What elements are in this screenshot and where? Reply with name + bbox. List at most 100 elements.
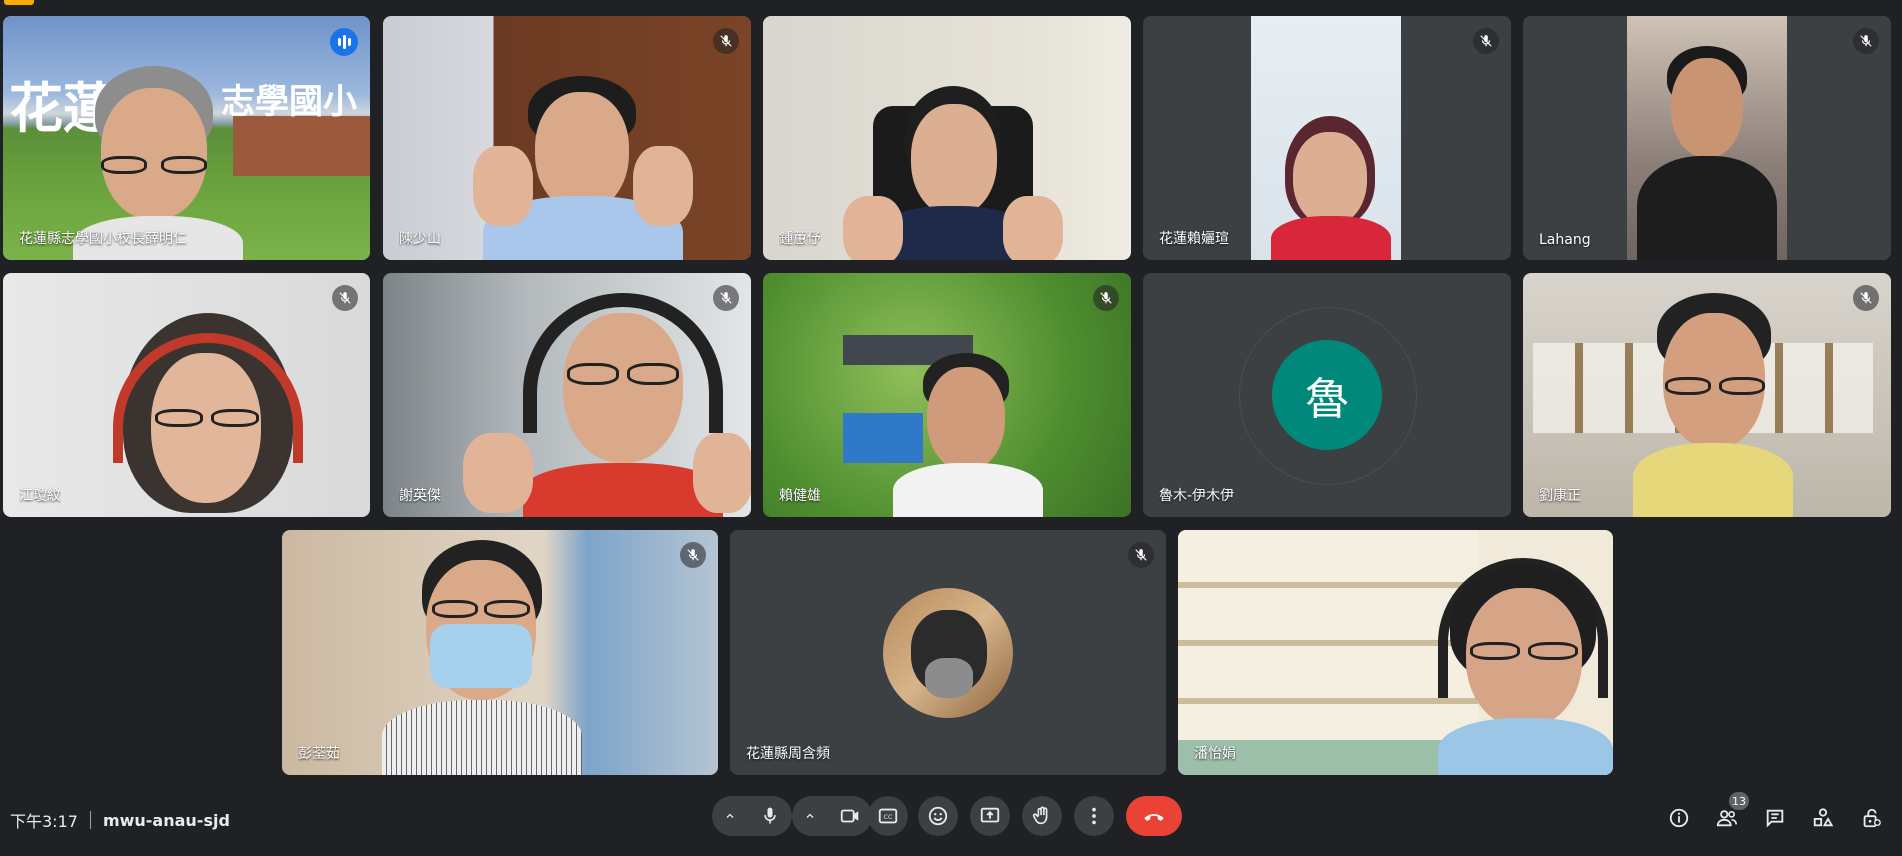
participant-tile[interactable]: 彭荃茹	[282, 530, 718, 775]
activities-icon	[1813, 808, 1834, 827]
speaking-indicator-icon	[330, 28, 358, 56]
participant-tile[interactable]: 陳少山	[383, 16, 751, 260]
participant-name: 潘怡娟	[1194, 746, 1236, 762]
recording-indicator	[4, 0, 34, 5]
participant-name: 賴健雄	[779, 488, 821, 504]
participant-name: 陳少山	[399, 231, 441, 247]
avatar: 魯	[1272, 340, 1382, 450]
mic-off-icon	[1128, 542, 1154, 568]
video-feed	[383, 16, 751, 260]
participant-tile[interactable]: 江瓊紋	[3, 273, 370, 517]
participant-tile[interactable]: 賴健雄	[763, 273, 1131, 517]
participant-tile[interactable]: 劉康正	[1523, 273, 1891, 517]
mic-off-icon	[713, 285, 739, 311]
mic-options-chevron-icon[interactable]	[712, 796, 748, 836]
info-icon	[1669, 808, 1689, 828]
chat-button[interactable]	[1759, 802, 1791, 834]
video-feed	[282, 530, 718, 775]
mic-off-icon	[1853, 28, 1879, 54]
emoji-button[interactable]	[918, 796, 958, 836]
mic-icon[interactable]	[748, 796, 792, 836]
video-feed	[383, 273, 751, 517]
raise-hand-icon	[1032, 806, 1048, 825]
participant-tile[interactable]: 花蓮 志學國小 花蓮縣志學國小校長薛明仁	[3, 16, 370, 260]
present-screen-icon	[980, 807, 1000, 823]
present-screen-button[interactable]	[970, 796, 1010, 836]
participant-name: Lahang	[1539, 232, 1591, 248]
participant-tile[interactable]: 潘怡娟	[1178, 530, 1613, 775]
participant-tile[interactable]: 謝英傑	[383, 273, 751, 517]
participant-tile[interactable]: 花蓮賴孋瑄	[1143, 16, 1511, 260]
video-feed	[763, 273, 1131, 517]
video-feed	[1178, 530, 1613, 775]
participant-figure	[843, 86, 1063, 260]
divider	[89, 811, 91, 829]
camera-control-group	[792, 796, 872, 836]
meeting-code[interactable]: mwu-anau-sjd	[103, 811, 230, 830]
participant-name: 花蓮縣周含頻	[746, 746, 830, 762]
video-feed	[1143, 16, 1511, 260]
mic-off-icon	[332, 285, 358, 311]
camera-frame	[1627, 16, 1787, 260]
video-feed	[763, 16, 1131, 260]
top-strip	[0, 0, 1902, 14]
avatar	[883, 588, 1013, 718]
more-options-icon	[1092, 807, 1096, 825]
people-icon	[1716, 810, 1737, 827]
participant-name: 江瓊紋	[19, 488, 61, 504]
mic-off-icon	[1853, 285, 1879, 311]
emoji-icon	[928, 806, 948, 826]
video-feed	[1523, 16, 1891, 260]
participant-tile[interactable]: 魯 魯木-伊木伊	[1143, 273, 1511, 517]
meet-window: 花蓮 志學國小 花蓮縣志學國小校長薛明仁 陳少山 鍾蕙伃 花蓮賴孋瑄 Lahan…	[0, 0, 1902, 856]
participant-name: 花蓮縣志學國小校長薛明仁	[19, 231, 187, 247]
mic-off-icon	[713, 28, 739, 54]
mic-off-icon	[680, 542, 706, 568]
svg-text:CC: CC	[884, 813, 893, 821]
school-building	[233, 116, 370, 176]
participant-figure	[103, 313, 303, 517]
participant-name: 鍾蕙伃	[779, 231, 821, 247]
hang-up-button[interactable]	[1126, 796, 1182, 836]
people-button[interactable]: 13	[1711, 792, 1749, 834]
participant-name: 魯木-伊木伊	[1159, 488, 1235, 504]
participant-tile[interactable]: 鍾蕙伃	[763, 16, 1131, 260]
mic-control-group	[712, 796, 792, 836]
participant-name: 謝英傑	[399, 488, 441, 504]
captions-icon: CC	[878, 808, 898, 824]
participant-name: 彭荃茹	[298, 746, 340, 762]
more-options-button[interactable]	[1074, 796, 1114, 836]
bottom-control-bar: 下午3:17 mwu-anau-sjd CC 13	[0, 780, 1902, 856]
bookshelf	[1178, 530, 1478, 740]
host-controls-button[interactable]	[1855, 802, 1887, 834]
participant-figure	[372, 540, 592, 775]
mic-off-icon	[1473, 28, 1499, 54]
camera-options-chevron-icon[interactable]	[792, 796, 828, 836]
video-feed	[1523, 273, 1891, 517]
mic-off-icon	[1093, 285, 1119, 311]
participant-figure	[1633, 293, 1793, 517]
participant-tile[interactable]: Lahang	[1523, 16, 1891, 260]
participant-name: 劉康正	[1539, 488, 1581, 504]
video-feed: 花蓮 志學國小	[3, 16, 370, 260]
video-feed	[3, 273, 370, 517]
camera-frame	[1251, 16, 1401, 260]
face-mask	[430, 624, 532, 688]
host-controls-icon	[1863, 808, 1881, 828]
participant-count-badge: 13	[1729, 792, 1749, 810]
captions-button[interactable]: CC	[868, 796, 908, 836]
participant-figure	[1438, 558, 1613, 775]
participant-name: 花蓮賴孋瑄	[1159, 231, 1229, 247]
participant-figure	[893, 353, 1043, 517]
meeting-info: 下午3:17 mwu-anau-sjd	[10, 808, 230, 832]
participant-figure	[463, 293, 751, 517]
participant-tile[interactable]: 花蓮縣周含頻	[730, 530, 1166, 775]
camera-icon[interactable]	[828, 796, 872, 836]
info-button[interactable]	[1663, 802, 1695, 834]
activities-button[interactable]	[1807, 802, 1839, 834]
chat-icon	[1766, 809, 1784, 828]
hang-up-icon	[1144, 814, 1164, 821]
participant-figure	[473, 76, 693, 260]
meeting-time: 下午3:17	[10, 812, 78, 831]
raise-hand-button[interactable]	[1022, 796, 1062, 836]
